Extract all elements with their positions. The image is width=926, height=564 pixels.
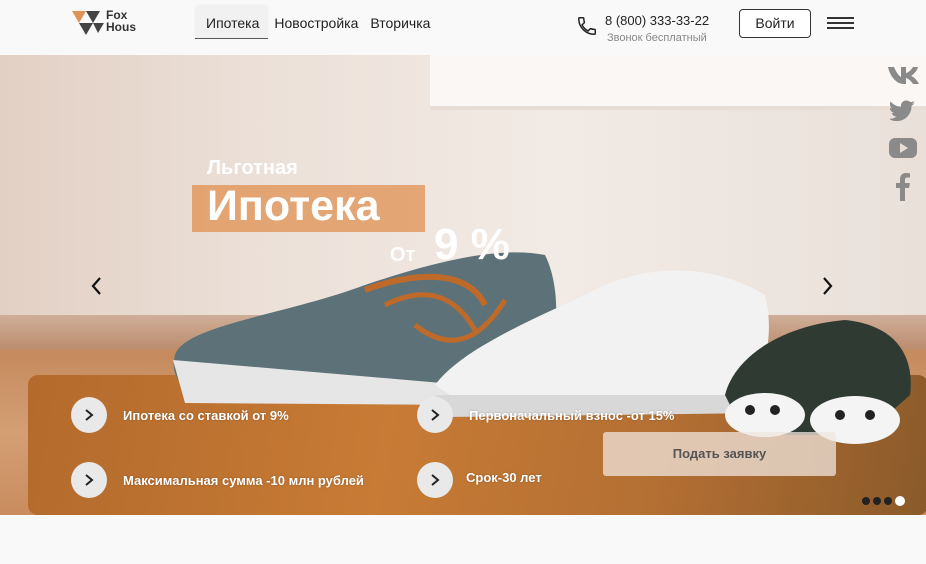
chevron-right-icon[interactable] xyxy=(417,397,453,433)
vk-icon[interactable] xyxy=(887,60,919,88)
nav-item-secondary[interactable]: Вторичка xyxy=(364,6,436,39)
feature-item: Максимальная сумма -10 млн рублей xyxy=(71,462,364,498)
slider-dot[interactable] xyxy=(862,497,870,505)
hero-slider: Льготная Ипотека От 9 % Ипотека со ставк… xyxy=(0,55,926,515)
chevron-right-icon[interactable] xyxy=(71,462,107,498)
apply-button[interactable]: Подать заявку xyxy=(603,432,836,476)
login-button[interactable]: Войти xyxy=(739,9,811,38)
slider-dot-active[interactable] xyxy=(895,496,905,506)
feature-text: Ипотека со ставкой от 9% xyxy=(123,407,289,423)
hero-title: Ипотека xyxy=(207,182,380,230)
phone-icon xyxy=(578,17,596,35)
youtube-icon[interactable] xyxy=(887,134,919,162)
logo-icon xyxy=(72,11,104,35)
chevron-right-icon[interactable] xyxy=(71,397,107,433)
feature-text: Первоначальный взнос -от 15% xyxy=(469,407,675,423)
facebook-icon[interactable] xyxy=(887,173,919,201)
feature-text: Максимальная сумма -10 млн рублей xyxy=(123,472,364,488)
hero-window xyxy=(430,55,926,110)
nav-item-new-buildings[interactable]: Новостройка xyxy=(268,6,364,39)
next-slide-arrow-icon[interactable] xyxy=(817,274,837,298)
rate-value: 9 % xyxy=(434,220,510,269)
slider-dot[interactable] xyxy=(884,497,892,505)
phone-number[interactable]: 8 (800) 333-33-22 xyxy=(605,14,709,27)
nav-item-mortgage[interactable]: Ипотека xyxy=(195,6,269,39)
feature-item: Срок-30 лет xyxy=(417,462,542,498)
menu-icon[interactable] xyxy=(827,17,854,29)
prev-slide-arrow-icon[interactable] xyxy=(87,274,107,298)
feature-text: Срок-30 лет xyxy=(466,469,542,485)
main-nav: Ипотека Новостройка Вторичка xyxy=(195,6,436,39)
feature-item: Первоначальный взнос -от 15% xyxy=(417,397,674,433)
slider-dot[interactable] xyxy=(873,497,881,505)
chevron-right-icon[interactable] xyxy=(417,462,453,498)
twitter-icon[interactable] xyxy=(887,97,919,125)
page-bottom xyxy=(0,515,926,564)
logo[interactable]: Fox Hous xyxy=(70,9,150,39)
header: Fox Hous Ипотека Новостройка Вторичка 8 … xyxy=(0,0,926,55)
hero-subtitle: Льготная xyxy=(207,157,298,179)
slider-dots xyxy=(862,496,905,506)
logo-text: Fox Hous xyxy=(106,8,136,34)
feature-item: Ипотека со ставкой от 9% xyxy=(71,397,289,433)
rate-prefix: От xyxy=(390,244,416,266)
phone-note: Звонок бесплатный xyxy=(607,32,707,44)
